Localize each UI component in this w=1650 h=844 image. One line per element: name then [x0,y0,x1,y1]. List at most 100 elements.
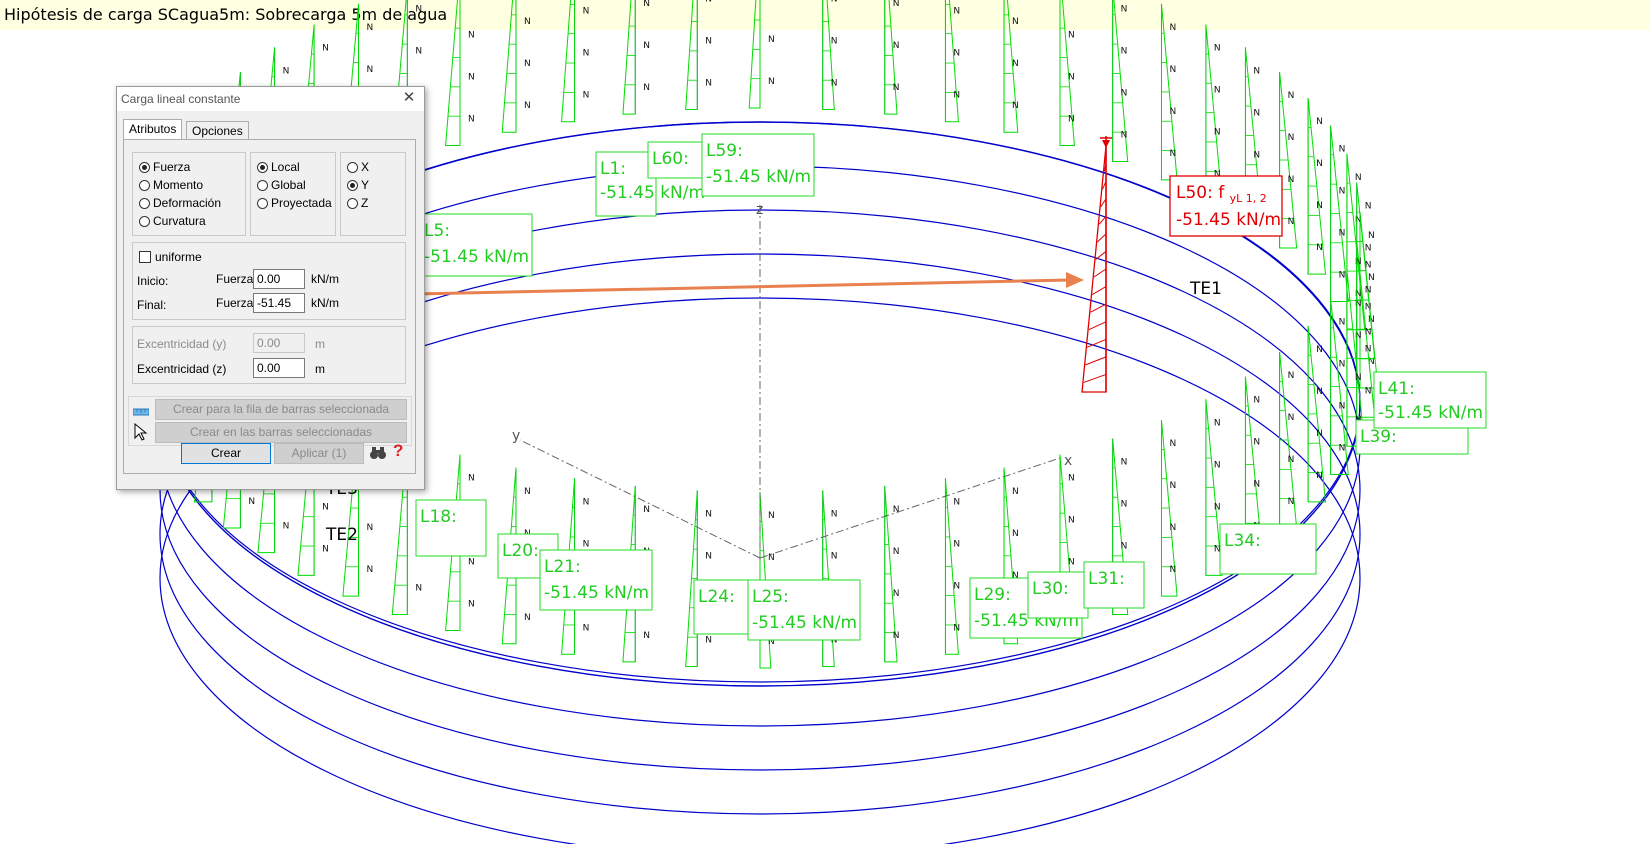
member-marker: N [1253,66,1260,76]
member-marker: N [1012,529,1019,539]
radio-momento[interactable]: Momento [139,177,203,193]
member-marker: N [1253,108,1260,118]
load-label[interactable]: L18: [415,499,487,557]
radio-label: X [361,160,370,174]
radio-label: Deformación [153,196,222,210]
apply-button[interactable]: Aplicar (1) [274,443,364,464]
radio-dot [347,162,358,173]
load-label[interactable]: L30: [1027,571,1089,619]
tab-opciones[interactable]: Opciones [186,121,249,140]
member-marker: N [1068,557,1075,567]
load-label[interactable]: L5: -51.45 kN/m [419,213,533,277]
member-marker: N [831,0,838,5]
eccentricity-group: Excentricidad (y) 0.00 m Excentricidad (… [132,326,406,384]
load-label-name: L18: [420,507,457,527]
create-selected-button[interactable]: Crear en las barras seleccionadas [155,422,407,443]
binoculars-icon[interactable] [369,445,387,461]
load-label[interactable]: L41: -51.45 kN/m [1373,371,1487,429]
radio-z[interactable]: Z [347,195,368,211]
radio-x[interactable]: X [347,159,369,175]
help-icon[interactable]: ? [393,441,403,461]
member-marker: N [322,544,329,554]
member-marker: N [415,584,422,594]
start-value-input[interactable]: 0.00 [253,269,305,289]
member-marker: N [768,77,775,87]
load-diagram [445,0,461,147]
load-label[interactable]: L24: [693,579,753,635]
member-marker: N [643,41,650,51]
member-marker: N [953,581,960,591]
member-marker: N [1339,270,1346,280]
load-label[interactable]: L34: [1219,523,1317,575]
load-type-group: Fuerza Momento Deformación Curvatura [132,152,246,236]
start-unit-label: kN/m [311,272,339,286]
selected-load-symbol: f [1218,183,1225,203]
tab-atributos[interactable]: Atributos [123,119,183,140]
member-marker: N [1365,202,1372,212]
radio-dot [139,198,150,209]
load-label[interactable]: L21: -51.45 kN/m [539,549,653,611]
ecc-y-input[interactable]: 0.00 [253,333,305,353]
member-marker: N [1169,481,1176,491]
member-marker: N [893,0,900,9]
selected-load-hatch [1088,321,1107,331]
member-marker: N [322,44,329,54]
member-marker: N [1068,31,1075,41]
member-marker: N [953,91,960,101]
member-marker: N [1339,318,1346,328]
member-marker: N [705,551,712,561]
load-label[interactable]: L31: [1083,561,1145,609]
ecc-z-input[interactable]: 0.00 [253,358,305,378]
end-value-input[interactable]: -51.45 [253,293,305,313]
member-marker: N [1169,439,1176,449]
member-marker: N [1121,88,1128,98]
create-button[interactable]: Crear [181,443,271,464]
ecc-z-label: Excentricidad (z) [137,362,227,376]
selected-load-label[interactable]: L50: f yL 1, 2 -51.45 kN/m [1169,175,1283,237]
radio-local[interactable]: Local [257,159,300,175]
selected-load-hatch [1095,251,1107,260]
selected-load-hatch [1097,233,1107,243]
create-row-button[interactable]: Crear para la fila de barras seleccionad… [155,399,407,420]
load-label[interactable]: L25: -51.45 kN/m [747,579,861,641]
member-marker: N [583,49,590,59]
close-icon[interactable]: ✕ [400,89,418,107]
dialog-title-bar[interactable]: Carga lineal constante ✕ [117,87,424,111]
uniform-checkbox[interactable] [139,251,151,263]
member-marker: N [322,502,329,512]
member-marker: N [768,35,775,45]
load-label-value: -51.45 kN/m [1378,403,1483,423]
member-marker: N [893,589,900,599]
element-label-te2: TE2 [325,525,358,545]
radio-y[interactable]: Y [347,177,369,193]
cursor-icon[interactable] [134,423,148,441]
ruler-icon[interactable] [133,407,149,417]
member-marker: N [1339,444,1346,454]
load-label[interactable]: L59: -51.45 kN/m [701,133,815,197]
load-label[interactable]: L60: [647,141,707,179]
radio-proyectada[interactable]: Proyectada [257,195,332,211]
radio-deformacion[interactable]: Deformación [139,195,221,211]
member-marker: N [893,83,900,93]
load-label-name: L20: [502,541,539,561]
member-marker: N [1355,257,1362,267]
member-marker: N [831,37,838,47]
radio-label: Curvatura [153,214,206,228]
member-marker: N [1368,273,1375,283]
radio-label: Proyectada [271,196,332,210]
member-marker: N [1253,438,1260,448]
member-marker: N [1169,107,1176,117]
member-marker: N [643,505,650,515]
ecc-y-label: Excentricidad (y) [137,337,227,351]
member-marker: N [524,17,531,27]
member-marker: N [1339,360,1346,370]
member-marker: N [583,623,590,633]
radio-dot [347,198,358,209]
member-marker: N [1288,371,1295,381]
member-marker: N [953,49,960,59]
radio-curvatura[interactable]: Curvatura [139,213,206,229]
member-marker: N [1365,244,1372,254]
member-marker: N [1365,286,1372,296]
radio-global[interactable]: Global [257,177,306,193]
radio-fuerza[interactable]: Fuerza [139,159,190,175]
